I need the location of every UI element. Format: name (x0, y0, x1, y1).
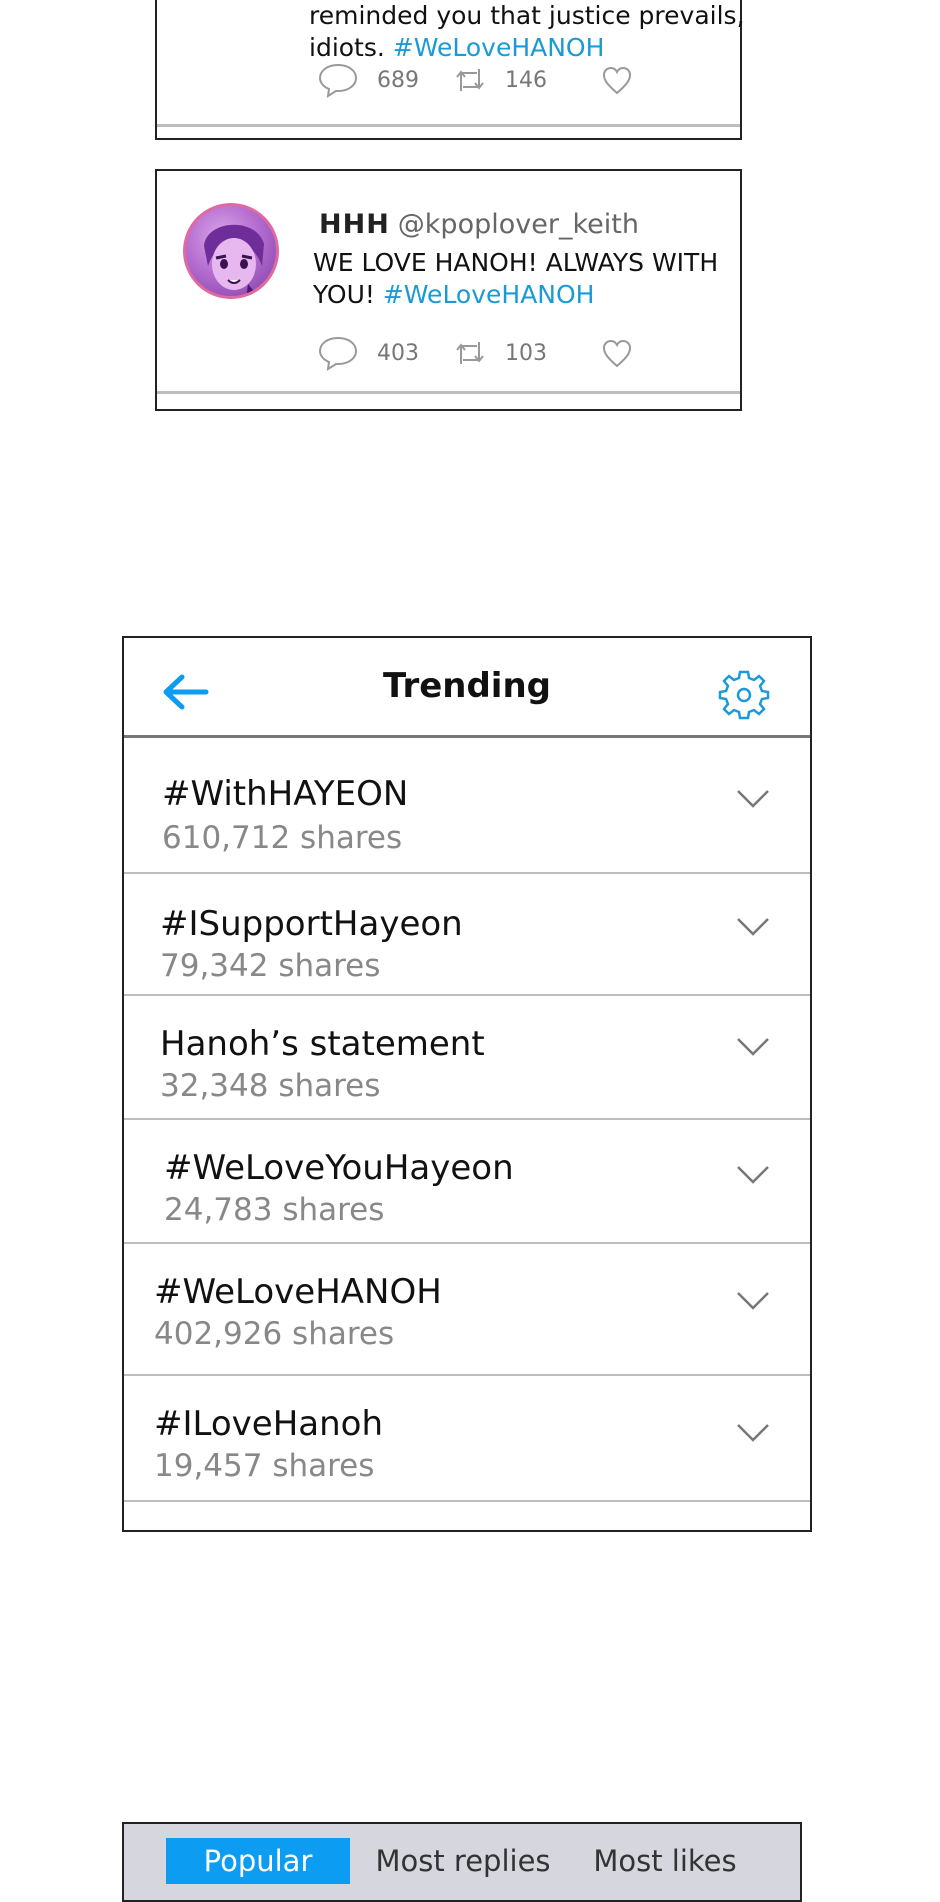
retweet-icon (456, 69, 484, 91)
chevron-down-icon[interactable] (736, 916, 770, 938)
card-divider (157, 391, 740, 394)
hashtag-link[interactable]: #WeLoveHANOH (383, 280, 595, 309)
reply-count: 403 (377, 340, 419, 366)
trend-shares: 402,926 shares (154, 1316, 395, 1352)
retweet-count: 146 (505, 67, 547, 93)
heart-icon (602, 66, 632, 95)
chevron-down-icon[interactable] (736, 1422, 770, 1444)
trend-item[interactable]: #ILoveHanoh 19,457 shares (124, 1376, 810, 1502)
author-name[interactable]: HHH (319, 209, 390, 240)
trend-name: #WeLoveYouHayeon (164, 1148, 514, 1188)
trending-header: Trending (124, 638, 810, 738)
page-title: Trending (382, 666, 552, 706)
reply-button[interactable]: 689 (317, 62, 419, 98)
trend-name: #ISupportHayeon (160, 904, 463, 944)
like-button[interactable] (601, 65, 651, 95)
tweet-actions: 689 146 (317, 62, 685, 98)
chevron-down-icon[interactable] (736, 1164, 770, 1186)
tweet-card[interactable]: HHH @kpoplover_keith WE LOVE HANOH! ALWAY… (155, 169, 742, 411)
trend-shares: 610,712 shares (162, 820, 403, 856)
retweet-button[interactable]: 146 (453, 65, 547, 95)
tweet-text: reminded you that justice prevails, idio… (309, 1, 745, 62)
comment-icon (318, 336, 358, 371)
reply-count: 689 (377, 67, 419, 93)
trend-shares: 79,342 shares (160, 948, 381, 984)
trend-name: #WeLoveHANOH (154, 1272, 442, 1312)
tab-most-replies[interactable]: Most replies (368, 1838, 558, 1884)
retweet-button[interactable]: 103 (453, 338, 547, 368)
reply-button[interactable]: 403 (317, 335, 419, 371)
tweet-card[interactable]: reminded you that justice prevails, idio… (155, 0, 745, 140)
trend-name: #ILoveHanoh (154, 1404, 384, 1444)
chevron-down-icon[interactable] (736, 788, 770, 810)
heart-icon (602, 339, 632, 368)
card-divider (157, 124, 740, 127)
tab-popular[interactable]: Popular (166, 1838, 350, 1884)
chevron-down-icon[interactable] (736, 1290, 770, 1312)
author-handle[interactable]: @kpoplover_keith (398, 209, 639, 240)
like-button[interactable] (601, 338, 651, 368)
gear-icon[interactable] (718, 668, 770, 720)
trending-panel: Trending #WithHAYEON 610,712 shares #ISu… (122, 636, 812, 1532)
chevron-down-icon[interactable] (736, 1036, 770, 1058)
avatar-illustration (204, 224, 264, 296)
trend-item[interactable]: #WithHAYEON 610,712 shares (124, 738, 810, 874)
sort-tab-bar: Popular Most replies Most likes (122, 1822, 802, 1902)
trend-name: Hanoh’s statement (160, 1024, 485, 1064)
trend-item[interactable]: Hanoh’s statement 32,348 shares (124, 996, 810, 1120)
trend-item[interactable]: #ISupportHayeon 79,342 shares (124, 874, 810, 996)
trend-shares: 19,457 shares (154, 1448, 375, 1484)
comment-icon (318, 63, 358, 98)
retweet-icon (456, 342, 484, 364)
avatar (183, 203, 279, 299)
trend-item[interactable]: #WeLoveYouHayeon 24,783 shares (124, 1120, 810, 1244)
trend-shares: 32,348 shares (160, 1068, 381, 1104)
trend-name: #WithHAYEON (162, 774, 409, 814)
trend-item[interactable]: #WeLoveHANOH 402,926 shares (124, 1244, 810, 1376)
tweet-author: HHH @kpoplover_keith (319, 209, 639, 240)
tab-most-likes[interactable]: Most likes (576, 1838, 754, 1884)
tweet-text: WE LOVE HANOH! ALWAYS WITH YOU! #WeLoveH… (313, 248, 719, 309)
tweet-actions: 403 103 (317, 335, 685, 371)
trend-shares: 24,783 shares (164, 1192, 385, 1228)
hashtag-link[interactable]: #WeLoveHANOH (393, 33, 605, 62)
retweet-count: 103 (505, 340, 547, 366)
